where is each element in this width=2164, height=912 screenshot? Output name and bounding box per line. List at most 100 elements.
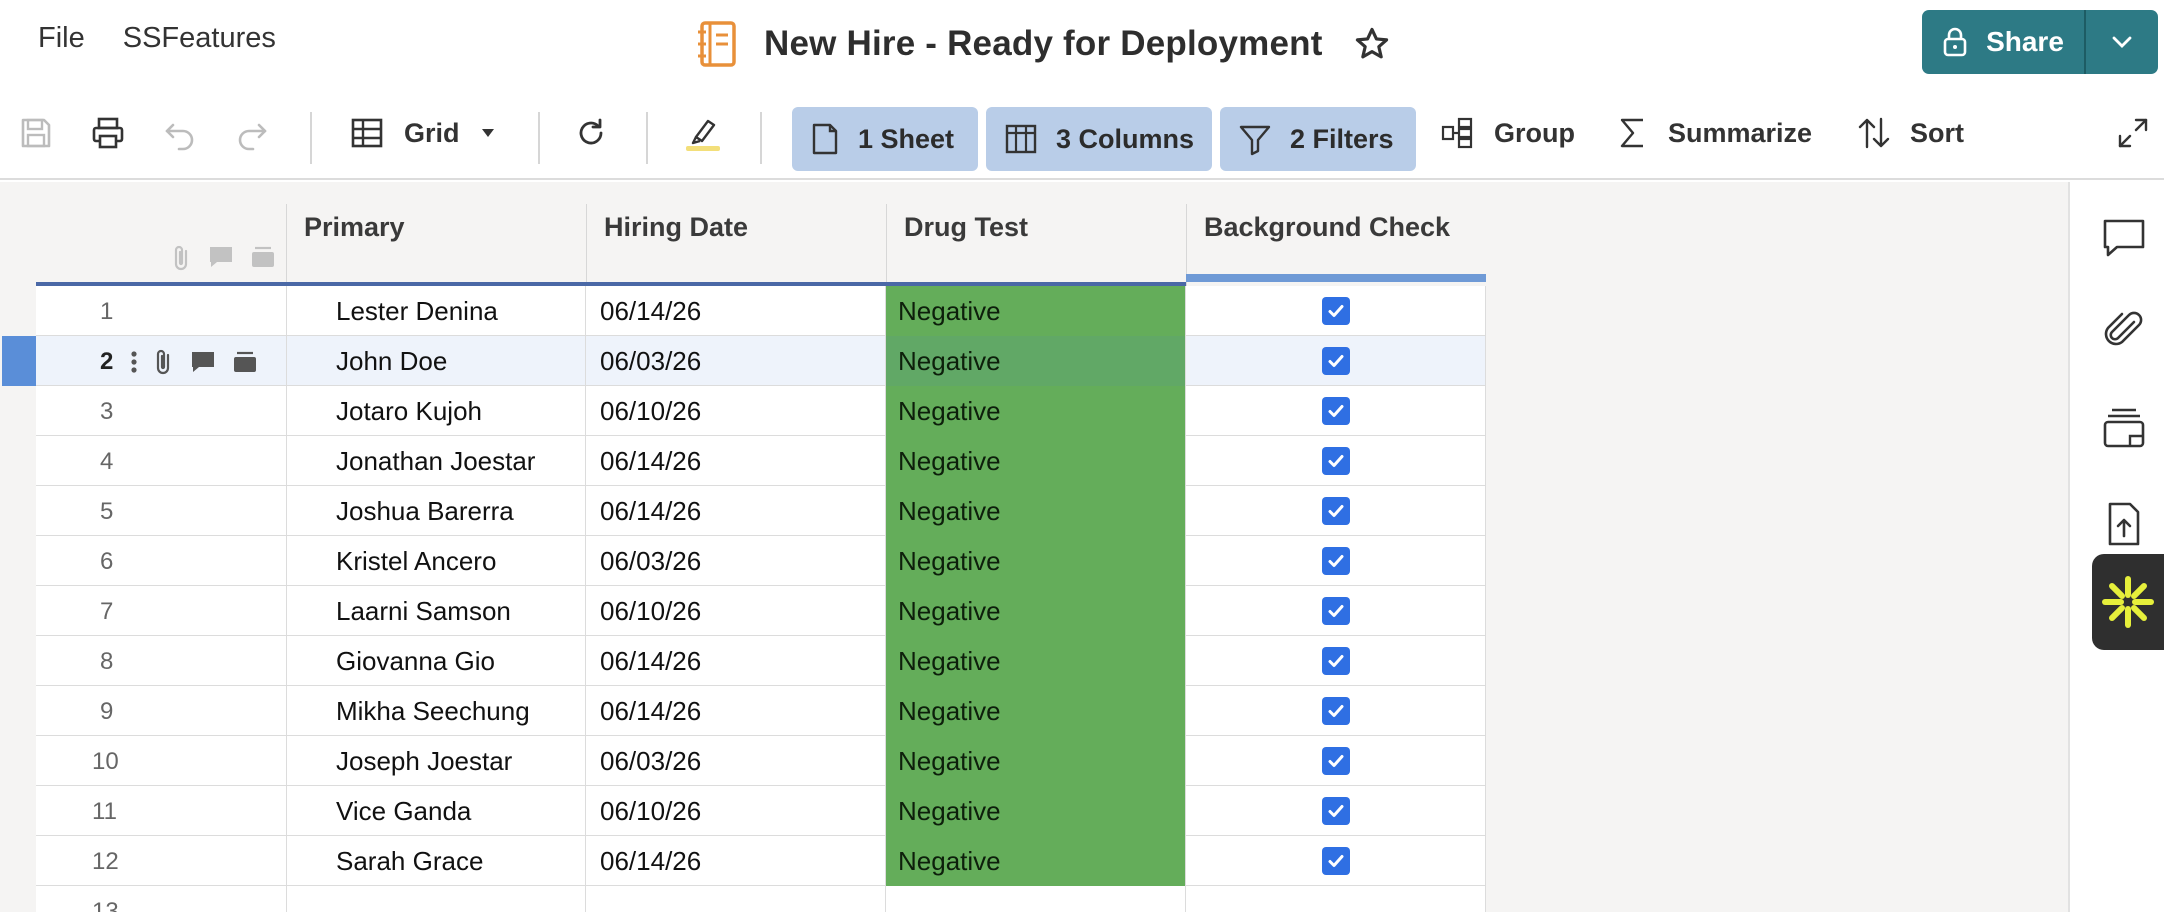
- cell-primary[interactable]: Giovanna Gio: [286, 636, 586, 686]
- cell-background-check[interactable]: [1186, 436, 1486, 486]
- cell-hiring-date[interactable]: 06/14/26: [586, 436, 886, 486]
- table-row[interactable]: 8 Giovanna Gio 06/14/26 Negative: [36, 636, 1486, 686]
- cell-drug-test[interactable]: Negative: [886, 386, 1186, 436]
- cell-primary[interactable]: Sarah Grace: [286, 836, 586, 886]
- cell-hiring-date[interactable]: 06/03/26: [586, 736, 886, 786]
- checkbox-checked-icon[interactable]: [1321, 747, 1350, 775]
- cell-primary[interactable]: Vice Ganda: [286, 786, 586, 836]
- column-header-hiring-date[interactable]: Hiring Date: [586, 182, 886, 282]
- table-row[interactable]: 11 Vice Ganda 06/10/26 Negative: [36, 786, 1486, 836]
- table-row[interactable]: 9 Mikha Seechung 06/14/26 Negative: [36, 686, 1486, 736]
- checkbox-checked-icon[interactable]: [1321, 397, 1350, 425]
- cell-primary[interactable]: Lester Denina: [286, 286, 586, 336]
- cell-primary[interactable]: [286, 886, 586, 912]
- cell-drug-test[interactable]: Negative: [886, 836, 1186, 886]
- cell-background-check[interactable]: [1186, 386, 1486, 436]
- columns-filter-pill[interactable]: 3 Columns: [986, 107, 1212, 171]
- row-number[interactable]: 6: [36, 536, 186, 586]
- redo-button[interactable]: [234, 86, 270, 180]
- cell-background-check[interactable]: [1186, 636, 1486, 686]
- row-number[interactable]: 1: [36, 286, 186, 336]
- table-row[interactable]: 4 Jonathan Joestar 06/14/26 Negative: [36, 436, 1486, 486]
- cell-background-check[interactable]: [1186, 486, 1486, 536]
- column-header-drug-test[interactable]: Drug Test: [886, 182, 1186, 282]
- ai-assistant-button[interactable]: [2092, 554, 2164, 650]
- share-dropdown-button[interactable]: [2086, 10, 2158, 74]
- cell-hiring-date[interactable]: 06/10/26: [586, 386, 886, 436]
- cell-drug-test[interactable]: Negative: [886, 586, 1186, 636]
- row-number[interactable]: 8: [36, 636, 186, 686]
- cell-hiring-date[interactable]: [586, 886, 886, 912]
- checkbox-checked-icon[interactable]: [1321, 547, 1350, 575]
- undo-button[interactable]: [162, 86, 198, 180]
- checkbox-checked-icon[interactable]: [1321, 497, 1350, 525]
- checkbox-checked-icon[interactable]: [1321, 597, 1350, 625]
- table-row[interactable]: 3 Jotaro Kujoh 06/10/26 Negative: [36, 386, 1486, 436]
- row-menu-icon[interactable]: [130, 349, 138, 375]
- menu-file[interactable]: File: [38, 22, 85, 55]
- column-header-primary[interactable]: Primary: [286, 182, 586, 282]
- cell-hiring-date[interactable]: 06/14/26: [586, 486, 886, 536]
- checkbox-checked-icon[interactable]: [1321, 647, 1350, 675]
- row-number[interactable]: 12: [36, 836, 186, 886]
- cell-hiring-date[interactable]: 06/14/26: [586, 286, 886, 336]
- cell-drug-test[interactable]: Negative: [886, 436, 1186, 486]
- cell-primary[interactable]: Jotaro Kujoh: [286, 386, 586, 436]
- cell-primary[interactable]: Kristel Ancero: [286, 536, 586, 586]
- cell-hiring-date[interactable]: 06/14/26: [586, 686, 886, 736]
- table-row[interactable]: 2 John Doe 06/03/26 Negative: [36, 336, 1486, 386]
- row-number[interactable]: 9: [36, 686, 186, 736]
- cell-hiring-date[interactable]: 06/10/26: [586, 786, 886, 836]
- conversations-icon[interactable]: [2100, 214, 2148, 262]
- cell-primary[interactable]: Joshua Barerra: [286, 486, 586, 536]
- filters-pill[interactable]: 2 Filters: [1220, 107, 1416, 171]
- cell-drug-test[interactable]: Negative: [886, 486, 1186, 536]
- sort-button[interactable]: Sort: [1856, 86, 1964, 180]
- checkbox-checked-icon[interactable]: [1321, 447, 1350, 475]
- cell-primary[interactable]: Joseph Joestar: [286, 736, 586, 786]
- refresh-button[interactable]: [574, 86, 608, 180]
- cell-background-check[interactable]: [1186, 536, 1486, 586]
- row-number[interactable]: 7: [36, 586, 186, 636]
- cell-drug-test[interactable]: Negative: [886, 686, 1186, 736]
- cell-background-check[interactable]: [1186, 686, 1486, 736]
- row-proof-icon[interactable]: [232, 349, 258, 375]
- row-comment-icon[interactable]: [190, 349, 216, 375]
- cell-drug-test[interactable]: [886, 886, 1186, 912]
- print-button[interactable]: [90, 86, 126, 180]
- row-number[interactable]: 4: [36, 436, 186, 486]
- proofs-icon[interactable]: [2100, 404, 2148, 452]
- cell-hiring-date[interactable]: 06/14/26: [586, 836, 886, 886]
- cell-background-check[interactable]: [1186, 586, 1486, 636]
- table-row[interactable]: 1 Lester Denina 06/14/26 Negative: [36, 286, 1486, 336]
- cell-background-check[interactable]: [1186, 286, 1486, 336]
- table-row[interactable]: 13: [36, 886, 1486, 912]
- cell-background-check[interactable]: [1186, 886, 1486, 912]
- attachments-icon[interactable]: [2100, 306, 2148, 354]
- column-header-background-check[interactable]: Background Check: [1186, 182, 1486, 282]
- row-number[interactable]: 5: [36, 486, 186, 536]
- table-row[interactable]: 5 Joshua Barerra 06/14/26 Negative: [36, 486, 1486, 536]
- cell-drug-test[interactable]: Negative: [886, 336, 1186, 386]
- checkbox-checked-icon[interactable]: [1321, 697, 1350, 725]
- row-number[interactable]: 3: [36, 386, 186, 436]
- row-number[interactable]: 11: [36, 786, 186, 836]
- cell-primary[interactable]: John Doe: [286, 336, 586, 386]
- publish-upload-icon[interactable]: [2100, 500, 2148, 548]
- row-attachment-icon[interactable]: [154, 348, 174, 376]
- cell-primary[interactable]: Mikha Seechung: [286, 686, 586, 736]
- cell-primary[interactable]: Laarni Samson: [286, 586, 586, 636]
- cell-drug-test[interactable]: Negative: [886, 786, 1186, 836]
- cell-hiring-date[interactable]: 06/14/26: [586, 636, 886, 686]
- save-button[interactable]: [18, 86, 54, 180]
- cell-drug-test[interactable]: Negative: [886, 636, 1186, 686]
- sheet-filter-pill[interactable]: 1 Sheet: [792, 107, 978, 171]
- cell-primary[interactable]: Jonathan Joestar: [286, 436, 586, 486]
- cell-drug-test[interactable]: Negative: [886, 536, 1186, 586]
- menu-features[interactable]: SSFeatures: [123, 22, 276, 55]
- table-row[interactable]: 6 Kristel Ancero 06/03/26 Negative: [36, 536, 1486, 586]
- cell-hiring-date[interactable]: 06/03/26: [586, 536, 886, 586]
- view-switcher[interactable]: Grid: [350, 86, 496, 180]
- row-number[interactable]: 13: [36, 886, 186, 912]
- cell-drug-test[interactable]: Negative: [886, 286, 1186, 336]
